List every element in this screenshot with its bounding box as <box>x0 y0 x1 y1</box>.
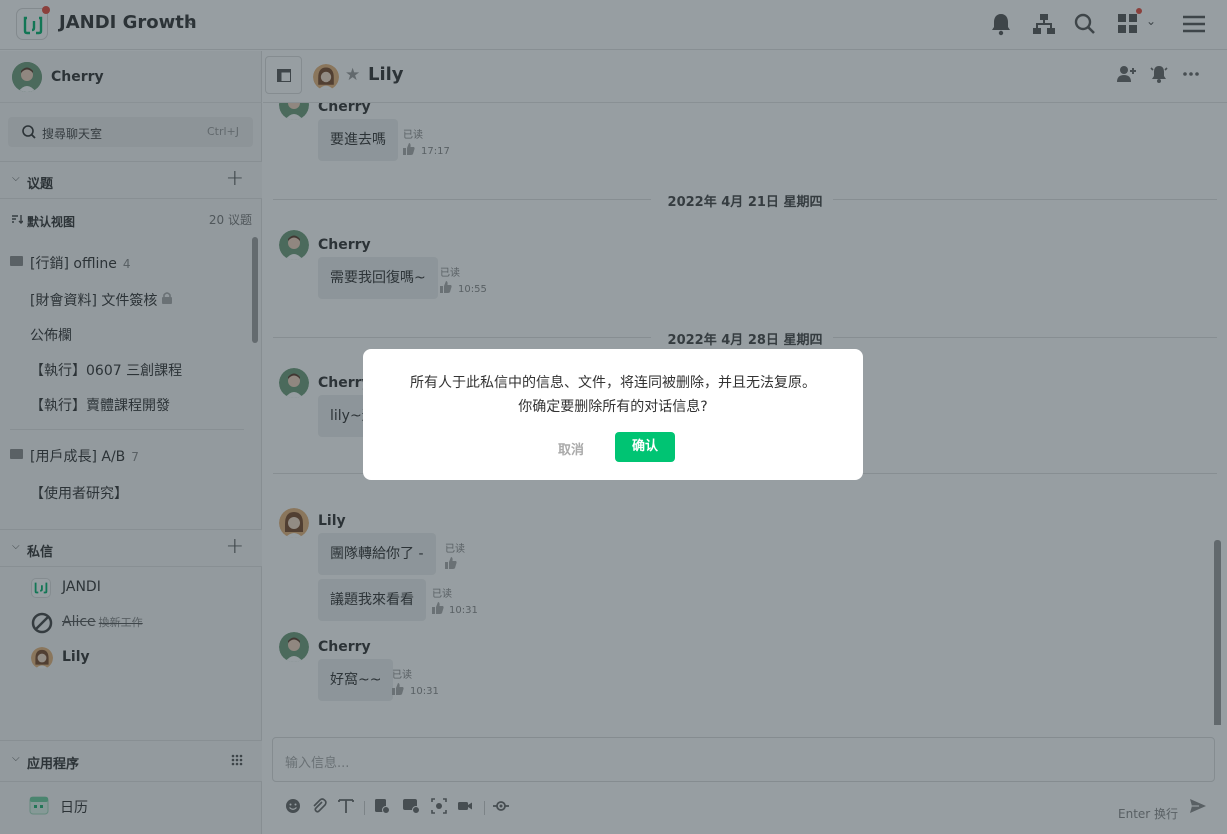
dialog-message-line1: 所有人于此私信中的信息、文件，将连同被删除，并且无法复原。 <box>410 375 816 391</box>
dialog-message-line2: 你确定要删除所有的对话信息? <box>518 399 708 415</box>
cancel-button[interactable]: 取消 <box>558 439 584 458</box>
delete-confirm-dialog: 所有人于此私信中的信息、文件，将连同被删除，并且无法复原。 你确定要删除所有的对… <box>363 349 863 480</box>
confirm-button[interactable]: 确认 <box>615 432 675 462</box>
